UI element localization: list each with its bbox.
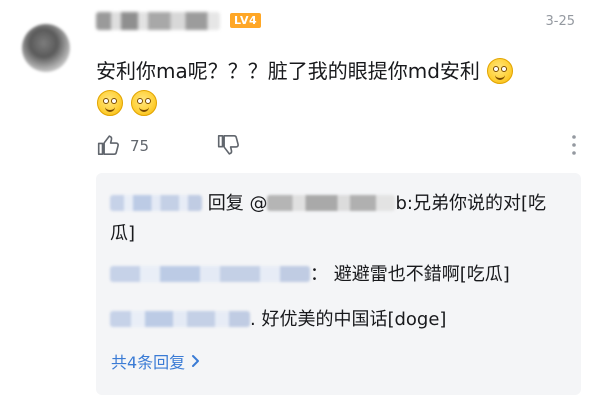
chevron-right-icon [192,355,200,367]
like-count: 75 [130,137,150,155]
reply-item[interactable]: 回复 @ b:兄弟你说的对[吃瓜] [110,189,570,249]
reply-prefix: 回复 @ [207,193,268,214]
more-icon[interactable] [570,133,578,157]
smile-emoji-icon [97,90,123,116]
reply-username-blurred[interactable] [110,311,250,327]
comment-time: 3-25 [545,14,575,29]
reply-text: . 好优美的中国话[doge] [250,309,447,330]
avatar[interactable] [22,24,70,72]
reply-username-blurred[interactable] [110,195,202,211]
more-replies-link[interactable]: 共4条回复 [111,349,201,373]
comment-text: 安利你ma呢？？？脏了我的眼提你md安利 [96,55,566,119]
reply-item[interactable]: ： 避避雷也不錯啊[吃瓜] [110,260,570,290]
mentioned-user-blurred[interactable] [267,195,396,211]
level-badge: LV4 [230,13,262,28]
reply-mention-tail: b [395,193,407,214]
comment-actions: 75 [96,130,576,160]
username-blurred[interactable] [96,12,220,30]
like-icon[interactable] [96,132,122,158]
reply-text: ： 避避雷也不錯啊[吃瓜] [310,264,510,285]
smile-emoji-icon [131,90,158,116]
comment-text-content: 安利你ma呢？？？脏了我的眼提你md安利 [96,59,480,83]
reply-username-blurred[interactable] [110,266,310,282]
dislike-icon[interactable] [216,132,242,158]
more-replies-label: 共4条回复 [111,353,186,372]
smile-emoji-icon [487,58,514,84]
reply-item[interactable]: . 好优美的中国话[doge] [110,305,570,335]
